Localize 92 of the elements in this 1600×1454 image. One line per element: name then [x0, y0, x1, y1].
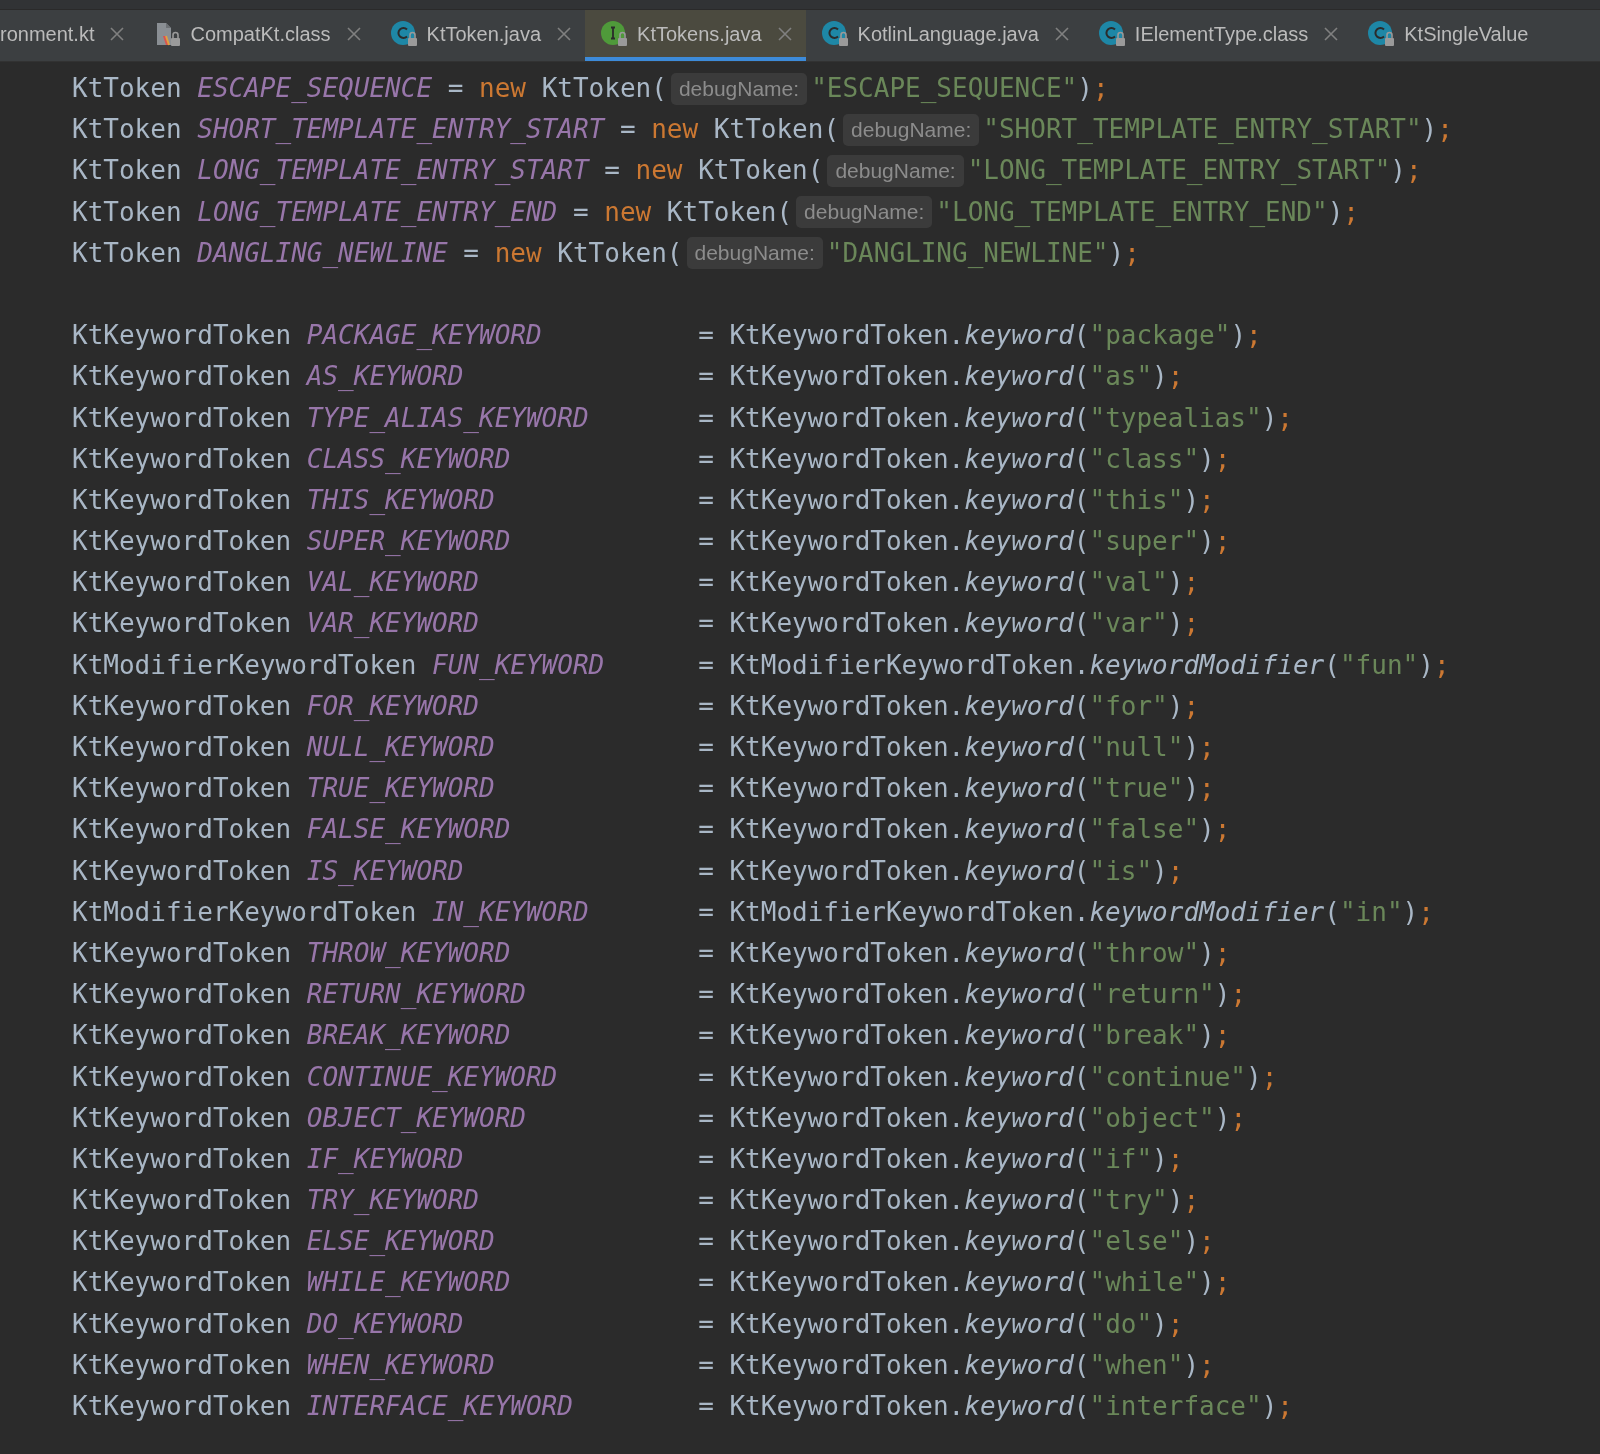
code-text: KtKeywordToken WHEN_KEYWORD: [72, 1349, 495, 1380]
code-text: = new KtToken(: [618, 113, 840, 147]
code-text: = KtKeywordToken.keyword("this");: [698, 483, 1215, 517]
code-text: = KtModifierKeywordToken.keywordModifier("in");: [698, 895, 1434, 929]
close-icon[interactable]: [777, 26, 792, 41]
editor-tab[interactable]: KtSingleValue: [1352, 10, 1529, 61]
code-text: = KtKeywordToken.keyword("throw");: [698, 936, 1231, 970]
code-text: = KtKeywordToken.keyword("break");: [698, 1019, 1231, 1053]
code-text: KtToken ESCAPE_SEQUENCE: [72, 72, 433, 105]
code-text: KtKeywordToken TYPE_ALIAS_KEYWORD: [72, 402, 589, 433]
code-text: KtToken LONG_TEMPLATE_ENTRY_START: [72, 154, 589, 188]
code-text: KtKeywordToken IF_KEYWORD: [72, 1143, 464, 1174]
code-text: = KtKeywordToken.keyword("else");: [698, 1225, 1215, 1259]
editor-tab[interactable]: KtToken.java: [374, 10, 586, 61]
code-text: = KtKeywordToken.keyword("do");: [698, 1307, 1184, 1341]
editor-tab[interactable]: KotlinLanguage.java: [805, 10, 1083, 61]
parameter-hint: debugName:: [686, 237, 823, 270]
parameter-hint: debugName:: [827, 154, 964, 187]
code-text: KtKeywordToken OBJECT_KEYWORD: [72, 1102, 526, 1133]
code-text: KtToken DANGLING_NEWLINE: [72, 236, 448, 270]
code-text: KtModifierKeywordToken IN_KEYWORD: [72, 896, 589, 927]
code-text: = KtModifierKeywordToken.keywordModifier("fun");: [698, 648, 1450, 682]
close-icon[interactable]: [557, 26, 572, 41]
code-text: KtKeywordToken BREAK_KEYWORD: [72, 1020, 511, 1051]
code-text: = new KtToken(: [462, 236, 683, 270]
code-text: KtKeywordToken WHILE_KEYWORD: [72, 1267, 511, 1298]
code-text: = KtKeywordToken.keyword("package");: [698, 319, 1262, 353]
code-text: "LONG_TEMPLATE_ENTRY_END");: [936, 195, 1359, 229]
close-icon[interactable]: [110, 26, 125, 41]
code-text: = KtKeywordToken.keyword("when");: [698, 1348, 1215, 1382]
code-text: = new KtToken(: [603, 154, 824, 188]
editor-tab[interactable]: CompatKt.class: [138, 10, 375, 61]
class-icon: [1368, 19, 1397, 48]
code-text: = new KtToken(: [446, 72, 667, 105]
code-text: = KtKeywordToken.keyword("val");: [698, 566, 1200, 600]
code-text: = KtKeywordToken.keyword("interface");: [698, 1390, 1293, 1423]
code-text: = KtKeywordToken.keyword("false");: [698, 813, 1231, 847]
parameter-hint: debugName:: [796, 196, 933, 229]
close-icon[interactable]: [1324, 26, 1339, 41]
code-text: = KtKeywordToken.keyword("if");: [698, 1142, 1184, 1176]
code-text: KtKeywordToken NULL_KEYWORD: [72, 732, 495, 762]
editor-tab[interactable]: IElementType.class: [1082, 10, 1353, 61]
code-text: "LONG_TEMPLATE_ENTRY_START");: [967, 154, 1422, 188]
code-text: KtKeywordToken VAR_KEYWORD: [72, 608, 479, 639]
code-text: KtKeywordToken IS_KEYWORD: [72, 855, 464, 886]
code-text: = KtKeywordToken.keyword("true");: [698, 772, 1215, 806]
code-text: = KtKeywordToken.keyword("super");: [698, 525, 1231, 559]
interface-icon: [601, 19, 630, 48]
class-icon: [1098, 19, 1127, 48]
code-text: KtToken SHORT_TEMPLATE_ENTRY_START: [72, 113, 605, 147]
code-text: KtKeywordToken FALSE_KEYWORD: [72, 814, 511, 845]
code-text: = KtKeywordToken.keyword("null");: [698, 731, 1215, 764]
editor-tab[interactable]: ronment.kt: [0, 10, 139, 61]
code-text: KtKeywordToken FOR_KEYWORD: [72, 690, 479, 721]
code-text: KtKeywordToken INTERFACE_KEYWORD: [72, 1391, 573, 1421]
code-text: KtKeywordToken PACKAGE_KEYWORD: [72, 320, 542, 351]
close-icon[interactable]: [1054, 26, 1069, 41]
code-text: KtKeywordToken RETURN_KEYWORD: [72, 979, 526, 1010]
code-text: KtKeywordToken SUPER_KEYWORD: [72, 526, 511, 557]
code-text: = KtKeywordToken.keyword("try");: [698, 1184, 1200, 1218]
code-text: KtKeywordToken TRY_KEYWORD: [72, 1185, 479, 1216]
editor-tab[interactable]: KtTokens.java: [585, 10, 806, 61]
code-text: KtKeywordToken THROW_KEYWORD: [72, 937, 511, 968]
code-text: KtKeywordToken ELSE_KEYWORD: [72, 1226, 495, 1257]
code-text: KtKeywordToken CLASS_KEYWORD: [72, 443, 511, 474]
code-text: = KtKeywordToken.keyword("is");: [698, 854, 1184, 888]
code-text: KtToken LONG_TEMPLATE_ENTRY_END: [72, 195, 558, 229]
code-text: KtKeywordToken DO_KEYWORD: [72, 1308, 464, 1339]
code-text: "SHORT_TEMPLATE_ENTRY_START");: [983, 113, 1453, 147]
code-text: = KtKeywordToken.keyword("return");: [698, 978, 1247, 1012]
parameter-hint: debugName:: [843, 113, 980, 146]
code-text: = KtKeywordToken.keyword("class");: [698, 442, 1231, 476]
code-text: KtKeywordToken THIS_KEYWORD: [72, 484, 495, 515]
code-text: KtKeywordToken AS_KEYWORD: [72, 361, 464, 392]
code-text: = KtKeywordToken.keyword("continue");: [698, 1060, 1278, 1094]
code-text: = KtKeywordToken.keyword("object");: [698, 1101, 1247, 1135]
code-text: KtKeywordToken TRUE_KEYWORD: [72, 773, 495, 804]
code-text: KtModifierKeywordToken FUN_KEYWORD: [72, 649, 605, 680]
code-text: "ESCAPE_SEQUENCE");: [811, 72, 1109, 105]
code-text: KtKeywordToken CONTINUE_KEYWORD: [72, 1061, 558, 1092]
code-text: "DANGLING_NEWLINE");: [826, 236, 1140, 270]
class-icon: [390, 19, 419, 48]
code-text: = KtKeywordToken.keyword("var");: [698, 607, 1200, 641]
close-icon[interactable]: [346, 26, 361, 41]
class-icon: [821, 19, 850, 48]
code-text: = KtKeywordToken.keyword("while");: [698, 1266, 1231, 1300]
code-text: = KtKeywordToken.keyword("for");: [698, 689, 1200, 723]
parameter-hint: debugName:: [670, 72, 808, 105]
code-text: = KtKeywordToken.keyword("as");: [698, 360, 1184, 394]
code-text: KtKeywordToken VAL_KEYWORD: [72, 567, 479, 598]
code-text: = KtKeywordToken.keyword("typealias");: [698, 401, 1293, 435]
code-text: = new KtToken(: [571, 195, 793, 229]
